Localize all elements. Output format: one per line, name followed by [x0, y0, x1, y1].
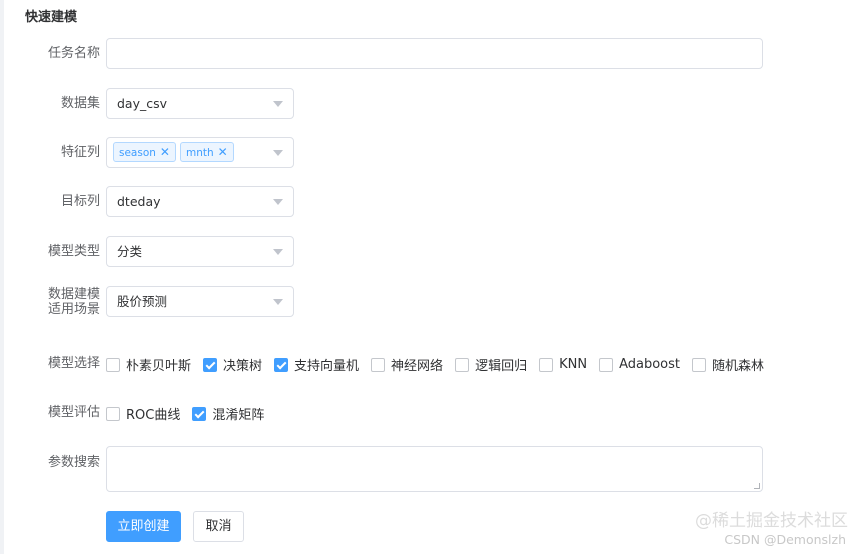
- checkbox-box[interactable]: [274, 357, 289, 372]
- checkbox-knn[interactable]: KNN: [539, 357, 587, 372]
- checkbox-box[interactable]: [192, 406, 207, 421]
- chevron-down-icon: [273, 199, 283, 205]
- checkbox-box[interactable]: [371, 357, 386, 372]
- chevron-down-icon: [273, 150, 283, 156]
- dataset-label: 数据集: [60, 96, 100, 111]
- checkbox-roc-curve[interactable]: ROC曲线: [106, 404, 180, 423]
- target-label: 目标列: [60, 194, 100, 209]
- resize-handle-icon[interactable]: [754, 483, 760, 489]
- feature-tag: mnth ✕: [179, 142, 234, 162]
- eval-checkbox-group: ROC曲线 混淆矩阵: [106, 404, 276, 423]
- model-type-value: 分类: [117, 244, 143, 259]
- checkbox-box[interactable]: [599, 357, 614, 372]
- chevron-down-icon: [273, 299, 283, 305]
- cancel-button[interactable]: 取消: [193, 511, 244, 542]
- model-select-label: 模型选择: [47, 356, 100, 371]
- features-label: 特征列: [60, 145, 100, 160]
- model-eval-label: 模型评估: [47, 405, 100, 420]
- dataset-select[interactable]: day_csv: [106, 88, 294, 119]
- dataset-value: day_csv: [117, 96, 168, 111]
- checkbox-adaboost[interactable]: Adaboost: [599, 357, 680, 372]
- checkbox-naive-bayes[interactable]: 朴素贝叶斯: [106, 355, 191, 374]
- chevron-down-icon: [273, 249, 283, 255]
- watermark-juejin: @稀土掘金技术社区: [695, 511, 848, 531]
- checkbox-random-forest[interactable]: 随机森林: [691, 355, 764, 374]
- scenario-select[interactable]: 股价预测: [106, 286, 294, 317]
- checkbox-confusion-matrix[interactable]: 混淆矩阵: [192, 404, 264, 423]
- checkbox-decision-tree[interactable]: 决策树: [203, 355, 262, 374]
- target-value: dteday: [117, 194, 161, 209]
- chevron-down-icon: [273, 101, 283, 107]
- task-name-label: 任务名称: [47, 46, 100, 61]
- checkbox-svm[interactable]: 支持向量机: [274, 355, 359, 374]
- scenario-label: 数据建模 适用场景: [47, 287, 100, 317]
- task-name-input[interactable]: [106, 38, 763, 69]
- checkbox-logistic-regression[interactable]: 逻辑回归: [455, 355, 527, 374]
- section-title: 快速建模: [25, 10, 78, 25]
- checkbox-box[interactable]: [455, 357, 470, 372]
- close-icon[interactable]: ✕: [218, 145, 228, 159]
- form-panel: 快速建模 任务名称 数据集 day_csv 特征列 season ✕ mnth ✕ 目…: [4, 0, 865, 554]
- param-search-textarea[interactable]: [106, 446, 763, 492]
- checkbox-neural-network[interactable]: 神经网络: [371, 355, 443, 374]
- model-type-select[interactable]: 分类: [106, 236, 294, 267]
- model-checkbox-group: 朴素贝叶斯 决策树 支持向量机 神经网络 逻辑回归 KNN Adaboost 随…: [106, 355, 776, 374]
- target-select[interactable]: dteday: [106, 186, 294, 217]
- features-select[interactable]: season ✕ mnth ✕: [106, 137, 294, 168]
- param-search-label: 参数搜索: [47, 455, 100, 470]
- checkbox-box[interactable]: [106, 406, 120, 421]
- watermark-csdn: CSDN @Demonslzh: [724, 532, 846, 547]
- checkbox-box[interactable]: [691, 357, 706, 372]
- checkbox-box[interactable]: [539, 357, 554, 372]
- model-type-label: 模型类型: [47, 244, 100, 259]
- checkbox-box[interactable]: [203, 357, 218, 372]
- scenario-value: 股价预测: [117, 294, 168, 309]
- create-button[interactable]: 立即创建: [106, 511, 181, 542]
- checkbox-box[interactable]: [106, 357, 120, 372]
- close-icon[interactable]: ✕: [160, 145, 170, 159]
- feature-tag: season ✕: [113, 142, 176, 162]
